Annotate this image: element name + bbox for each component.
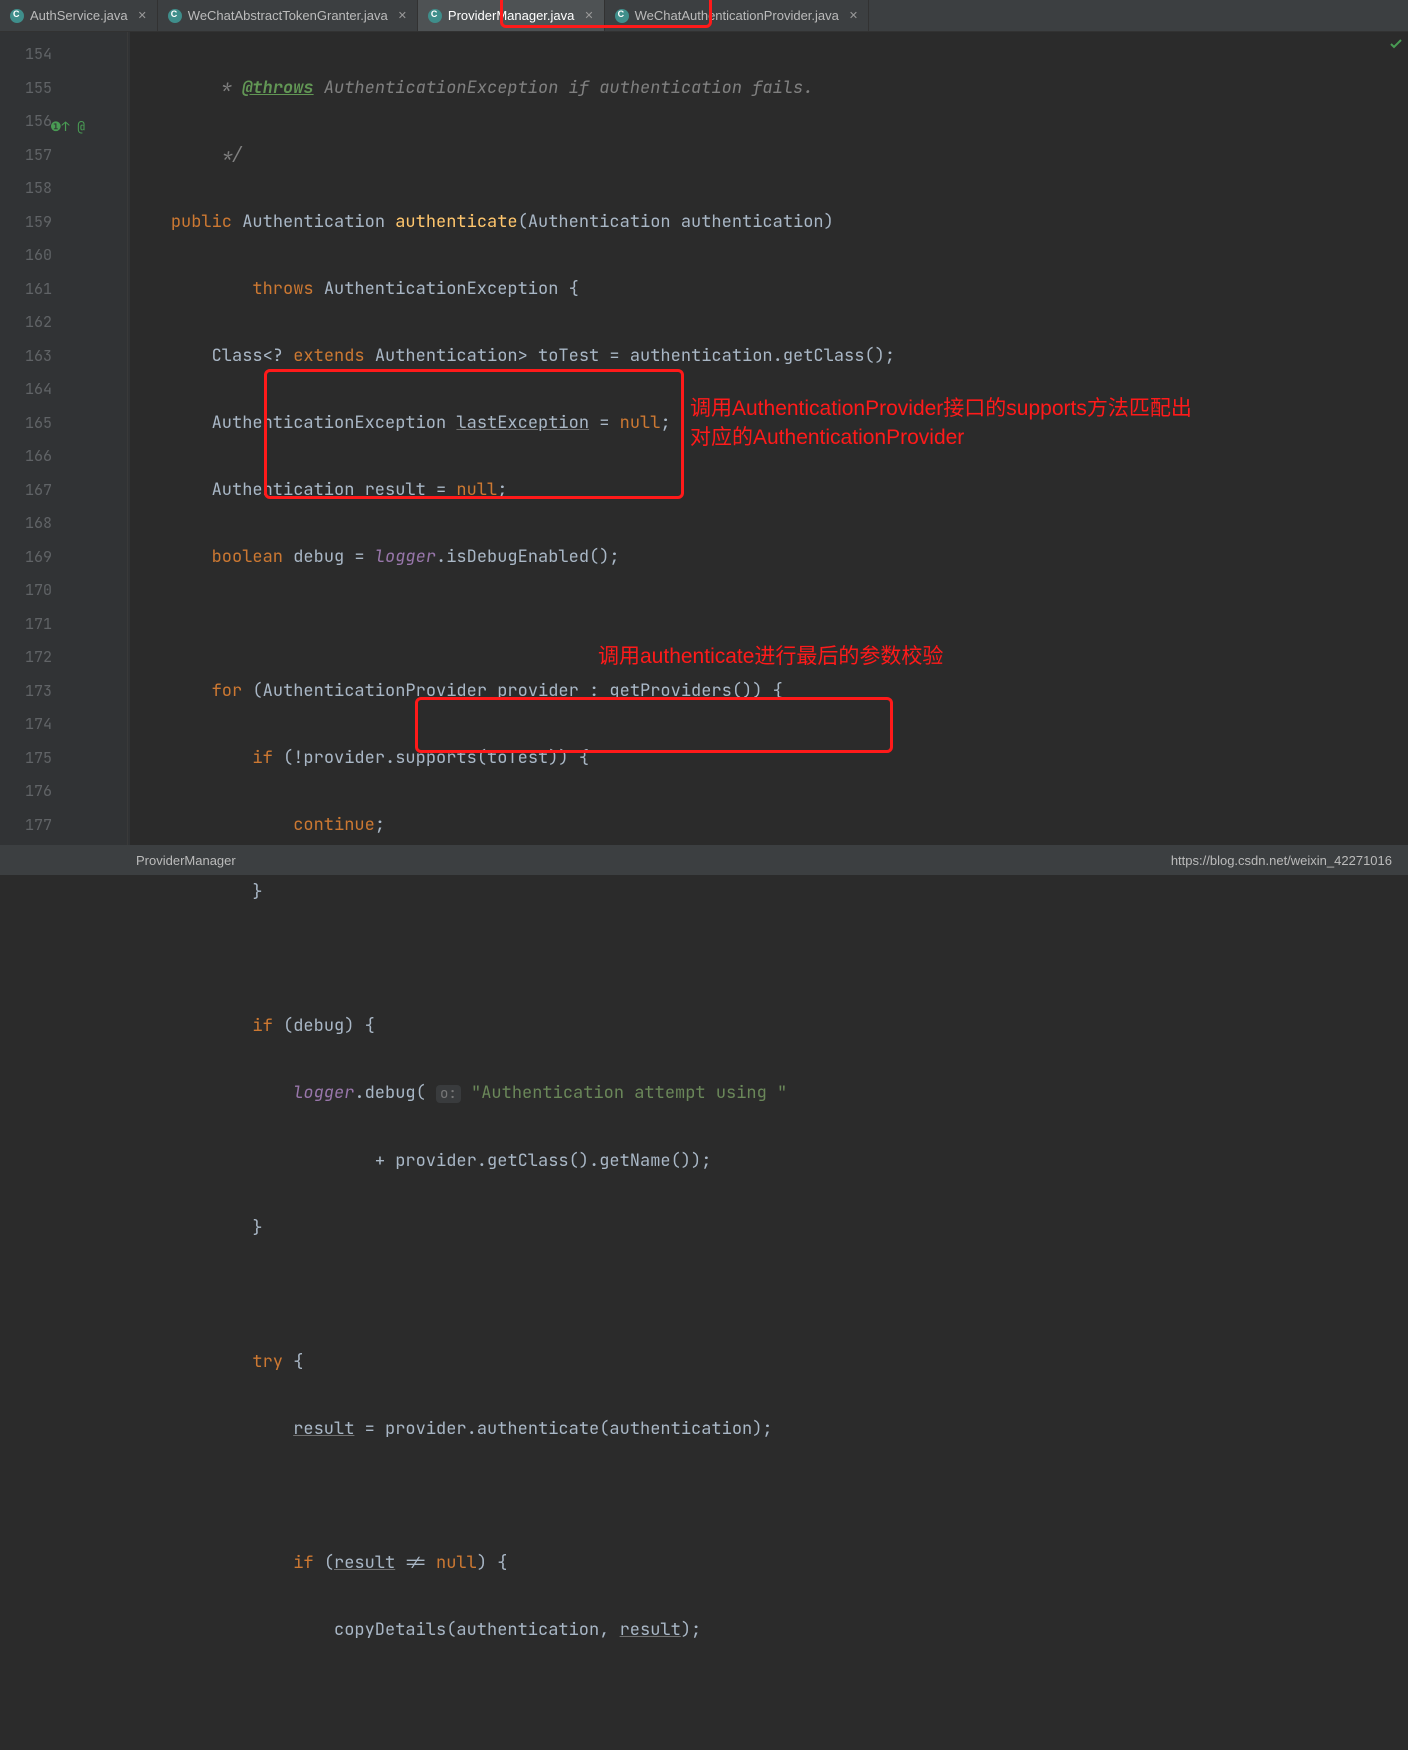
line-number: 154 (0, 38, 130, 72)
tab-providermanager[interactable]: ProviderManager.java ✕ (418, 0, 605, 31)
fold-column (114, 32, 128, 845)
line-number: 173 (0, 675, 130, 709)
close-icon[interactable]: ✕ (394, 9, 407, 22)
line-number: 155 (0, 72, 130, 106)
close-icon[interactable]: ✕ (845, 9, 858, 22)
line-number: 161 (0, 273, 130, 307)
line-number: 172 (0, 641, 130, 675)
inspection-ok-icon (1390, 38, 1402, 50)
line-number: 165 (0, 407, 130, 441)
java-class-icon (10, 9, 24, 23)
tab-wechattokengranter[interactable]: WeChatAbstractTokenGranter.java ✕ (158, 0, 418, 31)
line-number: 177 (0, 809, 130, 843)
line-number: 170 (0, 574, 130, 608)
breadcrumb[interactable]: ProviderManager (16, 853, 236, 868)
line-number: 157 (0, 139, 130, 173)
close-icon[interactable]: ✕ (580, 9, 593, 22)
tab-label: WeChatAuthenticationProvider.java (635, 8, 839, 23)
line-number: 160 (0, 239, 130, 273)
line-number: 162 (0, 306, 130, 340)
watermark-url: https://blog.csdn.net/weixin_42271016 (1171, 853, 1392, 868)
java-class-icon (168, 9, 182, 23)
tab-authservice[interactable]: AuthService.java ✕ (0, 0, 158, 31)
line-number: 176 (0, 775, 130, 809)
code-area[interactable]: * @throws AuthenticationException if aut… (130, 32, 1408, 845)
line-number: 171 (0, 608, 130, 642)
editor-tabs: AuthService.java ✕ WeChatAbstractTokenGr… (0, 0, 1408, 32)
status-bar: ProviderManager https://blog.csdn.net/we… (0, 845, 1408, 875)
line-number: 168 (0, 507, 130, 541)
code-editor[interactable]: ❶↑ @ 15415515615715815916016116216316416… (0, 32, 1408, 845)
tab-label: AuthService.java (30, 8, 128, 23)
close-icon[interactable]: ✕ (134, 9, 147, 22)
java-class-icon (615, 9, 629, 23)
annotation-text-supports: 调用AuthenticationProvider接口的supports方法匹配出… (690, 394, 1250, 453)
tab-wechatauthprovider[interactable]: WeChatAuthenticationProvider.java ✕ (605, 0, 870, 31)
tab-label: ProviderManager.java (448, 8, 574, 23)
line-number: 159 (0, 206, 130, 240)
annotation-text-authenticate: 调用authenticate进行最后的参数校验 (598, 642, 943, 671)
tab-label: WeChatAbstractTokenGranter.java (188, 8, 388, 23)
line-number: 169 (0, 541, 130, 575)
line-number: 166 (0, 440, 130, 474)
override-gutter-icon[interactable]: ❶↑ @ (50, 110, 85, 144)
line-number: 175 (0, 742, 130, 776)
line-number: 158 (0, 172, 130, 206)
line-number: 163 (0, 340, 130, 374)
line-number: 167 (0, 474, 130, 508)
line-number: 174 (0, 708, 130, 742)
line-number: 164 (0, 373, 130, 407)
java-class-icon (428, 9, 442, 23)
line-number-gutter: ❶↑ @ 15415515615715815916016116216316416… (0, 32, 130, 845)
